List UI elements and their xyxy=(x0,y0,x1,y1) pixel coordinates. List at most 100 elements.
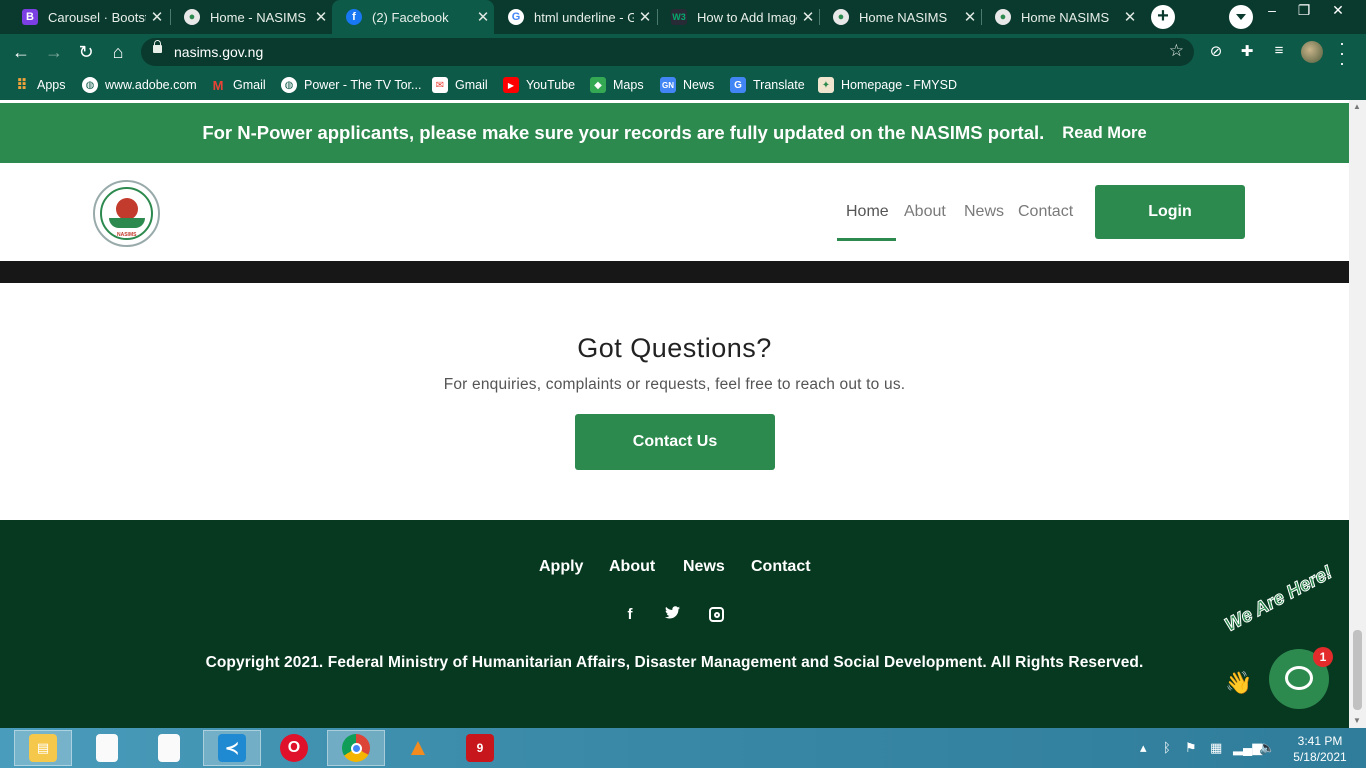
volume-icon[interactable]: 🔈 xyxy=(1259,740,1275,756)
reload-icon[interactable]: ↻ xyxy=(74,40,98,64)
read-more-link[interactable]: Read More xyxy=(1062,124,1146,143)
twitter-icon[interactable] xyxy=(663,606,681,624)
document-task-2[interactable] xyxy=(140,730,198,766)
nav-contact[interactable]: Contact xyxy=(1018,203,1073,221)
login-button[interactable]: Login xyxy=(1095,185,1245,239)
forward-arrow-icon[interactable]: → xyxy=(42,40,66,64)
tab-home-nasims-3[interactable]: ● Home NASIMS ✕ xyxy=(981,0,1141,34)
minimize-icon[interactable]: – xyxy=(1257,2,1287,18)
close-icon[interactable]: ✕ xyxy=(797,8,819,26)
adblock-extension-icon[interactable]: ⊘ xyxy=(1207,42,1225,60)
signal-icon[interactable]: ▂▄▆ xyxy=(1233,740,1262,756)
nav-news[interactable]: News xyxy=(964,203,1004,221)
youtube-icon: ▶ xyxy=(503,77,519,93)
bookmark-label: www.adobe.com xyxy=(105,78,197,92)
system-clock[interactable]: 3:41 PM 5/18/2021 xyxy=(1280,733,1360,765)
translate-icon: G xyxy=(730,77,746,93)
scroll-up-arrow[interactable]: ▲ xyxy=(1353,102,1361,111)
document-task[interactable] xyxy=(78,730,136,766)
bookmark-translate[interactable]: G Translate xyxy=(730,77,805,93)
document-icon xyxy=(96,734,118,762)
media-control-icon[interactable]: ≡ xyxy=(1270,42,1288,60)
browser-tab-strip: B Carousel · Bootstrap ✕ ● Home - NASIMS… xyxy=(0,0,1366,34)
scrollbar-thumb[interactable] xyxy=(1353,630,1362,710)
bookmarks-bar: ⠿ Apps ◍ www.adobe.com M Gmail ◍ Power -… xyxy=(0,70,1366,100)
network-icon[interactable]: ▦ xyxy=(1210,740,1222,756)
nav-home[interactable]: Home xyxy=(846,203,889,221)
bookmark-gmail-2[interactable]: ✉ Gmail xyxy=(432,77,488,93)
clock-date: 5/18/2021 xyxy=(1293,750,1347,764)
questions-section: Got Questions? For enquiries, complaints… xyxy=(0,283,1349,520)
close-icon[interactable]: ✕ xyxy=(146,8,168,26)
we9-task[interactable]: 9 xyxy=(451,730,509,766)
bookmark-apps[interactable]: ⠿ Apps xyxy=(14,77,65,94)
tab-home-nasims-2[interactable]: ● Home NASIMS ✕ xyxy=(819,0,981,34)
extensions-puzzle-icon[interactable]: ✚ xyxy=(1238,42,1256,60)
tab-title: html underline - Google xyxy=(534,9,634,25)
bookmark-news[interactable]: GN News xyxy=(660,77,714,93)
tab-facebook[interactable]: f (2) Facebook ✕ xyxy=(332,0,494,34)
home-icon[interactable]: ⌂ xyxy=(106,40,130,64)
tray-expand-icon[interactable]: ▴ xyxy=(1140,740,1147,756)
bluetooth-icon[interactable]: ᛒ xyxy=(1163,740,1171,755)
bookmark-label: Maps xyxy=(613,78,644,92)
close-window-icon[interactable]: ✕ xyxy=(1323,2,1353,19)
windows-taskbar: ▤ ≺ O ▲ 9 ▴ ᛒ ⚑ ▦ ▂▄▆ 🔈 3:41 PM 5/18/202… xyxy=(0,728,1366,768)
restore-icon[interactable]: ❐ xyxy=(1289,2,1319,19)
bookmark-gmail[interactable]: M Gmail xyxy=(210,77,266,93)
announcement-text: For N-Power applicants, please make sure… xyxy=(202,122,1045,143)
facebook-icon[interactable]: f xyxy=(621,606,639,624)
nasims-logo[interactable]: NASIMS xyxy=(93,180,160,247)
vscode-task[interactable]: ≺ xyxy=(203,730,261,766)
address-bar[interactable]: nasims.gov.ng ☆ xyxy=(141,38,1194,66)
close-icon[interactable]: ✕ xyxy=(472,8,494,26)
active-nav-indicator xyxy=(837,238,896,241)
back-arrow-icon[interactable]: ← xyxy=(9,40,33,64)
tab-title: Home NASIMS xyxy=(859,9,948,25)
page-scrollbar[interactable]: ▲ ▼ xyxy=(1349,100,1366,728)
profile-avatar[interactable] xyxy=(1301,41,1323,63)
logo-text: NASIMS xyxy=(117,232,137,238)
vlc-task[interactable]: ▲ xyxy=(389,730,447,766)
site-header: NASIMS Home About News Contact Login xyxy=(0,163,1349,261)
opera-task[interactable]: O xyxy=(265,730,323,766)
bookmark-label: News xyxy=(683,78,715,92)
footer-link-news[interactable]: News xyxy=(683,558,725,576)
close-icon[interactable]: ✕ xyxy=(310,8,332,26)
tab-home-nasims[interactable]: ● Home - NASIMS ✕ xyxy=(170,0,332,34)
bookmark-fmysd[interactable]: ✦ Homepage - FMYSD xyxy=(818,77,957,93)
file-explorer-task[interactable]: ▤ xyxy=(14,730,72,766)
bookmark-star-icon[interactable]: ☆ xyxy=(1169,41,1184,61)
document-icon xyxy=(158,734,180,762)
mail-icon: ✉ xyxy=(432,77,448,93)
footer-link-contact[interactable]: Contact xyxy=(751,558,811,576)
tab-carousel-bootstrap[interactable]: B Carousel · Bootstrap ✕ xyxy=(8,0,168,34)
new-tab-button[interactable]: + xyxy=(1151,5,1175,29)
close-icon[interactable]: ✕ xyxy=(1119,8,1141,26)
tab-search-button[interactable] xyxy=(1229,5,1253,29)
chrome-task[interactable] xyxy=(327,730,385,766)
bookmark-adobe[interactable]: ◍ www.adobe.com xyxy=(82,77,197,93)
announcement-banner: For N-Power applicants, please make sure… xyxy=(0,103,1349,163)
w3-icon: W3 xyxy=(671,9,687,25)
tab-how-to-add-image[interactable]: W3 How to Add Image ✕ xyxy=(657,0,819,34)
chrome-menu-icon[interactable]: · · · xyxy=(1335,34,1349,72)
footer-link-about[interactable]: About xyxy=(609,558,655,576)
bookmark-label: Gmail xyxy=(455,78,488,92)
bookmark-label: Homepage - FMYSD xyxy=(841,78,958,92)
bookmark-maps[interactable]: ◆ Maps xyxy=(590,77,644,93)
security-alert-icon[interactable]: ⚑ xyxy=(1185,740,1197,756)
scroll-down-arrow[interactable]: ▼ xyxy=(1353,716,1361,725)
copyright-text: Copyright 2021. Federal Ministry of Huma… xyxy=(205,654,1144,671)
bookmark-power-tv[interactable]: ◍ Power - The TV Tor... xyxy=(281,77,421,93)
footer-link-apply[interactable]: Apply xyxy=(539,558,583,576)
close-icon[interactable]: ✕ xyxy=(634,8,656,26)
instagram-icon[interactable] xyxy=(709,607,724,622)
questions-subtitle: For enquiries, complaints or requests, f… xyxy=(443,376,906,393)
tab-html-underline[interactable]: G html underline - Google ✕ xyxy=(494,0,656,34)
bookmark-youtube[interactable]: ▶ YouTube xyxy=(503,77,575,93)
tab-title: Home NASIMS xyxy=(1021,9,1110,25)
close-icon[interactable]: ✕ xyxy=(959,8,981,26)
contact-us-button[interactable]: Contact Us xyxy=(575,414,775,470)
nav-about[interactable]: About xyxy=(904,203,946,221)
